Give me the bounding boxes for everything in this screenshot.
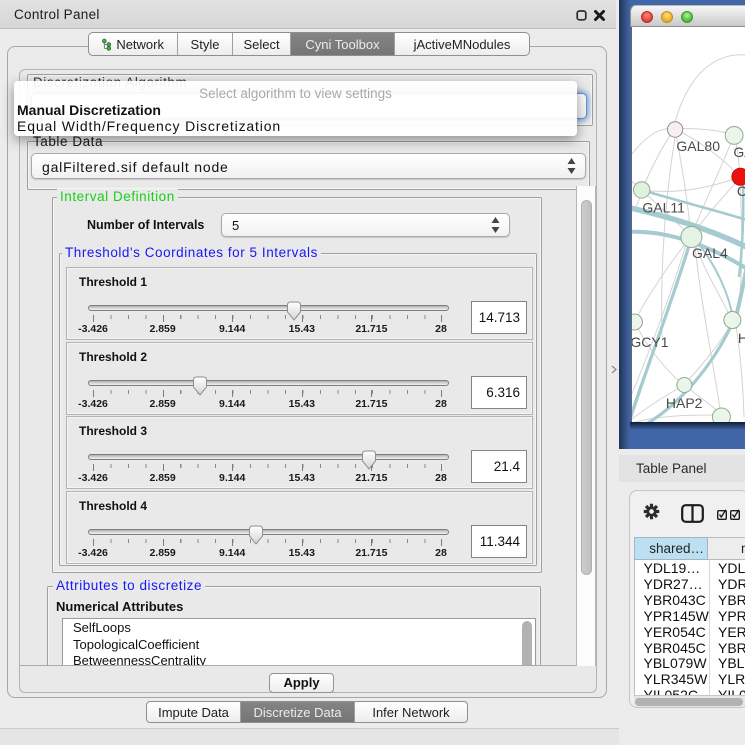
svg-text:GAL80: GAL80 <box>676 138 720 154</box>
svg-text:HAP2: HAP2 <box>666 395 703 411</box>
svg-text:GAL8: GAL8 <box>733 144 745 160</box>
svg-text:GAL4: GAL4 <box>692 245 728 261</box>
svg-text:GAL11: GAL11 <box>642 200 685 216</box>
svg-text:HIS: HIS <box>738 330 745 346</box>
svg-text:GCY1: GCY1 <box>632 334 669 350</box>
svg-text:CYC: CYC <box>737 183 745 199</box>
